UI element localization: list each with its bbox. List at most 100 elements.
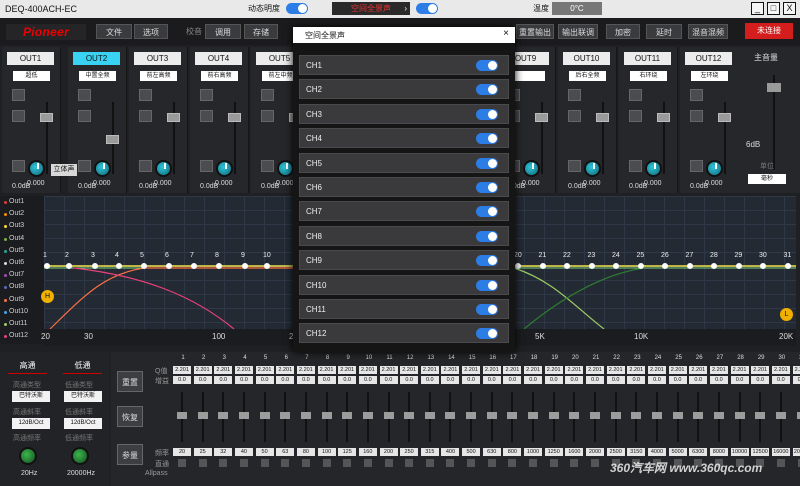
channel-type-select[interactable]: 中置全频 <box>79 71 116 81</box>
band-gain-slider[interactable] <box>404 392 415 442</box>
band-q-input[interactable]: 2.201 <box>606 366 625 374</box>
channel-name-button[interactable]: OUT11 <box>624 52 671 65</box>
band-gain-slider[interactable] <box>300 392 311 442</box>
surround-channel-toggle[interactable] <box>476 206 498 218</box>
band-q-input[interactable]: 2.201 <box>544 366 563 374</box>
surround-channel-toggle[interactable] <box>476 328 498 340</box>
eq-point[interactable] <box>686 263 693 269</box>
legend-item[interactable]: Out8 <box>0 281 44 293</box>
band-gain-slider[interactable] <box>280 392 291 442</box>
band-gain-input[interactable]: 0.0 <box>792 376 800 384</box>
band-gain-slider[interactable] <box>259 392 270 442</box>
eq-point[interactable] <box>735 263 742 269</box>
eq-point[interactable] <box>166 263 172 269</box>
legend-item[interactable]: Out5 <box>0 245 44 257</box>
band-gain-slider[interactable] <box>610 392 621 442</box>
band-gain-input[interactable]: 0.0 <box>173 376 191 384</box>
band-freq-input[interactable]: 315 <box>420 448 439 456</box>
hp-slope-select[interactable]: 12dB/Oct <box>12 418 50 429</box>
phase-button[interactable] <box>139 110 152 122</box>
channel-name-button[interactable]: OUT3 <box>134 52 181 65</box>
band-gain-input[interactable]: 0.0 <box>441 376 460 384</box>
band-freq-input[interactable]: 8000 <box>709 448 728 456</box>
band-freq-input[interactable]: 20 <box>173 448 191 456</box>
band-freq-input[interactable]: 2500 <box>606 448 625 456</box>
delay-knob[interactable] <box>28 160 45 177</box>
mute-button[interactable] <box>690 89 703 101</box>
band-gain-slider[interactable] <box>631 392 642 442</box>
band-freq-input[interactable]: 100 <box>317 448 336 456</box>
channel-name-button[interactable]: OUT1 <box>7 52 54 65</box>
tab-lowpass[interactable]: 低通 <box>63 360 102 374</box>
band-freq-input[interactable]: 4000 <box>647 448 666 456</box>
eq-point[interactable] <box>92 263 98 269</box>
band-q-input[interactable]: 2.201 <box>234 366 253 374</box>
link-button[interactable] <box>629 160 642 172</box>
delay-knob[interactable] <box>94 160 111 177</box>
band-bypass-checkbox[interactable] <box>529 459 538 467</box>
eq-point[interactable] <box>242 263 248 269</box>
eq-point[interactable] <box>264 263 270 269</box>
band-q-input[interactable]: 2.201 <box>627 366 646 374</box>
band-bypass-checkbox[interactable] <box>405 459 414 467</box>
band-q-input[interactable]: 2.201 <box>214 366 233 374</box>
band-gain-slider[interactable] <box>672 392 683 442</box>
band-gain-input[interactable]: 0.0 <box>214 376 233 384</box>
band-q-input[interactable]: 2.201 <box>173 366 191 374</box>
volume-slider-thumb[interactable] <box>167 113 180 122</box>
legend-item[interactable]: Out6 <box>0 257 44 269</box>
tune-button[interactable]: 调用 <box>205 24 241 39</box>
band-gain-slider[interactable] <box>445 392 456 442</box>
band-bypass-checkbox[interactable] <box>219 459 228 467</box>
band-gain-input[interactable]: 0.0 <box>689 376 708 384</box>
link-button[interactable] <box>12 160 25 172</box>
band-freq-input[interactable]: 25 <box>193 448 212 456</box>
mute-button[interactable] <box>78 89 91 101</box>
band-q-input[interactable]: 2.201 <box>296 366 315 374</box>
band-freq-input[interactable]: 500 <box>462 448 481 456</box>
minimize-button[interactable]: _ <box>751 2 764 15</box>
band-gain-input[interactable]: 0.0 <box>771 376 790 384</box>
encrypt-button[interactable]: 加密 <box>606 24 640 39</box>
link-button[interactable] <box>261 160 274 172</box>
close-button[interactable]: X <box>783 2 796 15</box>
band-freq-input[interactable]: 800 <box>503 448 522 456</box>
tab-highpass[interactable]: 高通 <box>8 360 47 374</box>
delay-knob[interactable] <box>277 160 294 177</box>
eq-point[interactable] <box>539 263 546 269</box>
legend-item[interactable]: Out11 <box>0 318 44 330</box>
band-q-input[interactable]: 2.201 <box>255 366 274 374</box>
band-gain-slider[interactable] <box>693 392 704 442</box>
band-freq-input[interactable]: 3150 <box>627 448 646 456</box>
band-freq-input[interactable]: 1250 <box>544 448 563 456</box>
channel-name-button[interactable]: OUT4 <box>195 52 242 65</box>
band-q-input[interactable]: 2.201 <box>565 366 584 374</box>
band-q-input[interactable]: 2.201 <box>420 366 439 374</box>
delay-button[interactable]: 延时 <box>646 24 682 39</box>
band-gain-input[interactable]: 0.0 <box>358 376 377 384</box>
band-gain-input[interactable]: 0.0 <box>420 376 439 384</box>
reset-output-button[interactable]: 重置输出 <box>516 24 554 39</box>
lp-freq-knob[interactable] <box>71 447 89 465</box>
delay-knob[interactable] <box>155 160 172 177</box>
eq-point[interactable] <box>662 263 668 269</box>
band-q-input[interactable]: 2.201 <box>379 366 398 374</box>
channel-name-button[interactable]: OUT10 <box>563 52 610 65</box>
brightness-toggle[interactable] <box>286 3 308 14</box>
band-gain-input[interactable]: 0.0 <box>565 376 584 384</box>
eq-point[interactable] <box>515 263 521 269</box>
legend-item[interactable]: Out4 <box>0 233 44 245</box>
band-gain-input[interactable]: 0.0 <box>668 376 687 384</box>
band-gain-slider[interactable] <box>755 392 766 442</box>
phase-button[interactable] <box>690 110 703 122</box>
band-freq-input[interactable]: 250 <box>400 448 419 456</box>
band-gain-slider[interactable] <box>362 392 373 442</box>
eq-point[interactable] <box>711 263 717 269</box>
delay-knob[interactable] <box>584 160 601 177</box>
eq-point[interactable] <box>588 263 595 269</box>
mix-button[interactable]: 混音混频 <box>688 24 728 39</box>
options-button[interactable]: 选项 <box>134 24 168 39</box>
band-q-input[interactable]: 2.201 <box>730 366 749 374</box>
volume-slider-thumb[interactable] <box>535 113 548 122</box>
band-freq-input[interactable]: 12500 <box>751 448 770 456</box>
